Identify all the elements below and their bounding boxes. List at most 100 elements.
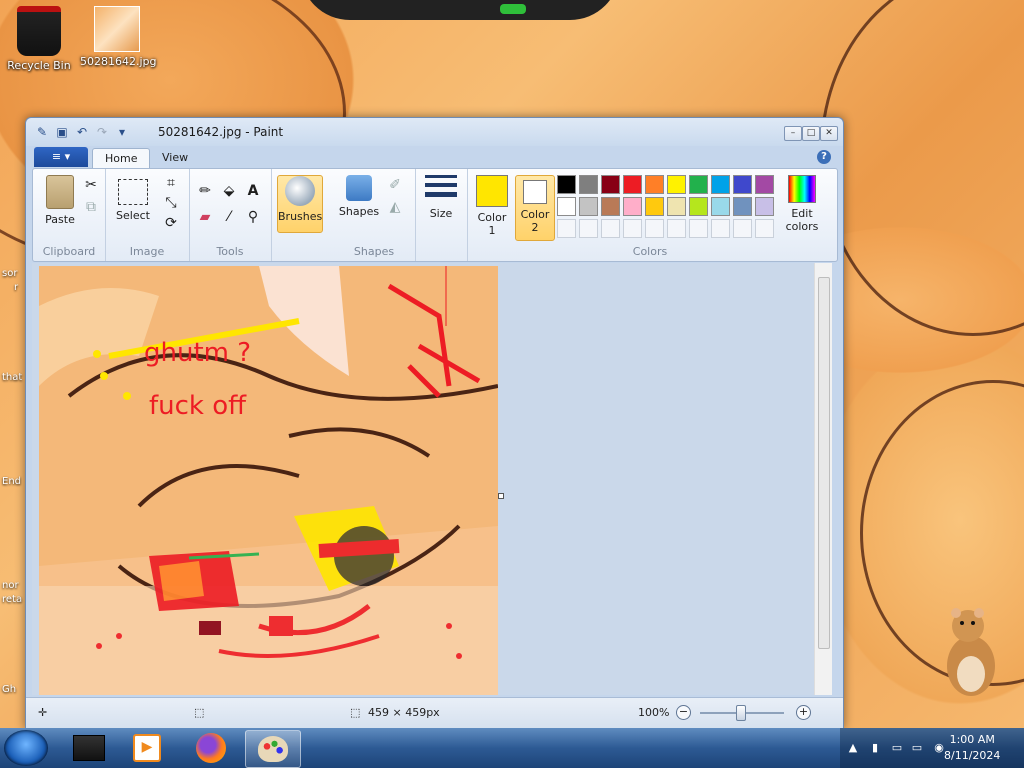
desktop-edge-label[interactable]: reta xyxy=(2,594,22,605)
vertical-scrollbar[interactable] xyxy=(814,263,832,695)
edit-colors-button[interactable]: Edit colors xyxy=(779,175,825,233)
crop-icon[interactable]: ⌗ xyxy=(161,173,181,193)
size-button[interactable]: Size xyxy=(421,175,461,220)
help-icon[interactable]: ? xyxy=(817,150,831,164)
desktop-edge-label[interactable]: Gh xyxy=(2,684,16,695)
redo-icon[interactable]: ↷ xyxy=(94,124,110,140)
desktop-edge-label[interactable]: nor xyxy=(2,580,19,591)
shapes-label: Shapes xyxy=(338,205,380,218)
status-bar: ✛ ⬚ ⬚ 459 × 459px 100% − + xyxy=(26,697,843,728)
eraser-icon[interactable]: ▰ xyxy=(195,207,215,227)
close-button[interactable]: ✕ xyxy=(820,126,838,141)
color-picker-icon[interactable]: ⁄ xyxy=(219,207,239,227)
clock[interactable]: 1:00 AM 8/11/2024 xyxy=(944,732,1000,764)
palette-swatch[interactable] xyxy=(623,175,642,194)
firefox-icon xyxy=(196,733,226,763)
cut-icon[interactable]: ✂ xyxy=(81,175,101,195)
palette-swatch[interactable] xyxy=(689,197,708,216)
group-label: Clipboard xyxy=(42,245,96,258)
palette-swatch[interactable] xyxy=(667,197,686,216)
palette-swatch[interactable] xyxy=(711,175,730,194)
desktop-edge-label[interactable]: End xyxy=(2,476,21,487)
save-icon[interactable]: ▣ xyxy=(54,124,70,140)
custom-color-slot[interactable] xyxy=(755,219,774,238)
palette-swatch[interactable] xyxy=(689,175,708,194)
drawing-canvas[interactable]: ghutm ? fuck off xyxy=(39,266,498,695)
device-icon[interactable]: ▮ xyxy=(868,741,882,755)
zoom-in-button[interactable]: + xyxy=(796,705,811,720)
canvas-resize-handle[interactable] xyxy=(498,493,504,499)
custom-color-slot[interactable] xyxy=(623,219,642,238)
palette-swatch[interactable] xyxy=(733,175,752,194)
custom-color-slot[interactable] xyxy=(711,219,730,238)
custom-color-slot[interactable] xyxy=(579,219,598,238)
pencil-icon[interactable]: ✏ xyxy=(195,181,215,201)
desktop-edge-label[interactable]: that xyxy=(2,372,22,383)
tab-view[interactable]: View xyxy=(150,148,200,168)
magnifier-icon[interactable]: ⚲ xyxy=(243,207,263,227)
palette-swatch[interactable] xyxy=(557,175,576,194)
resize-icon[interactable]: ⤡ xyxy=(161,193,181,213)
file-menu-button[interactable]: ≡ ▾ xyxy=(34,147,88,167)
custom-color-slot[interactable] xyxy=(557,219,576,238)
custom-color-slot[interactable] xyxy=(645,219,664,238)
image-dimensions: 459 × 459px xyxy=(368,706,440,719)
text-tool-icon[interactable]: A xyxy=(243,181,263,201)
brushes-button[interactable]: Brushes xyxy=(277,175,323,233)
palette-swatch[interactable] xyxy=(645,197,664,216)
copy-icon[interactable]: ⧉ xyxy=(81,197,101,217)
color1-button[interactable]: Color 1 xyxy=(473,175,511,237)
action-center-icon[interactable]: ▭ xyxy=(910,741,924,755)
palette-swatch[interactable] xyxy=(645,175,664,194)
desktop-icon-image-file[interactable]: 50281642.jpg xyxy=(80,6,157,68)
desktop-icon-recycle-bin[interactable]: Recycle Bin xyxy=(2,6,76,72)
tab-home[interactable]: Home xyxy=(92,148,151,169)
taskbar-app-media-player[interactable]: ▶ xyxy=(120,730,174,766)
palette-swatch[interactable] xyxy=(623,197,642,216)
title-bar[interactable]: ✎ ▣ ↶ ↷ ▾ 50281642.jpg - Paint – □ ✕ xyxy=(26,118,843,146)
paint-app-icon[interactable]: ✎ xyxy=(34,124,50,140)
palette-swatch[interactable] xyxy=(579,197,598,216)
desktop-edge-label[interactable]: r xyxy=(14,282,18,293)
undo-icon[interactable]: ↶ xyxy=(74,124,90,140)
palette-swatch[interactable] xyxy=(667,175,686,194)
brush-icon xyxy=(285,176,315,206)
clock-date: 8/11/2024 xyxy=(944,749,1001,762)
outline-icon[interactable]: ✐ xyxy=(385,175,405,195)
taskbar-app-paint[interactable] xyxy=(245,730,301,768)
taskbar-app-terminal[interactable] xyxy=(62,730,116,766)
desktop-edge-label[interactable]: sor xyxy=(2,268,17,279)
palette-swatch[interactable] xyxy=(601,175,620,194)
palette-swatch[interactable] xyxy=(711,197,730,216)
palette-swatch[interactable] xyxy=(755,197,774,216)
palette-swatch[interactable] xyxy=(733,197,752,216)
custom-color-slot[interactable] xyxy=(667,219,686,238)
color2-button[interactable]: Color 2 xyxy=(515,175,555,241)
taskbar-app-firefox[interactable] xyxy=(184,730,238,766)
fill-icon[interactable]: ⬙ xyxy=(219,181,239,201)
shapes-button[interactable]: Shapes xyxy=(337,175,381,218)
palette-swatch[interactable] xyxy=(557,197,576,216)
minimize-button[interactable]: – xyxy=(784,126,802,141)
customize-qat-icon[interactable]: ▾ xyxy=(114,124,130,140)
paint-window: ✎ ▣ ↶ ↷ ▾ 50281642.jpg - Paint – □ ✕ ≡ ▾… xyxy=(25,117,844,729)
paste-button[interactable]: Paste xyxy=(39,175,81,226)
select-button[interactable]: Select xyxy=(111,175,155,222)
zoom-out-button[interactable]: − xyxy=(676,705,691,720)
network-icon[interactable]: ▭ xyxy=(890,741,904,755)
zoom-slider-thumb[interactable] xyxy=(736,705,746,721)
palette-swatch[interactable] xyxy=(579,175,598,194)
palette-swatch[interactable] xyxy=(601,197,620,216)
start-button[interactable] xyxy=(4,730,48,766)
hamster-sticker-icon xyxy=(947,608,995,696)
custom-color-slot[interactable] xyxy=(689,219,708,238)
custom-color-slot[interactable] xyxy=(733,219,752,238)
fill-style-icon[interactable]: ◭ xyxy=(385,197,405,217)
scrollbar-thumb[interactable] xyxy=(818,277,830,649)
custom-color-slot[interactable] xyxy=(601,219,620,238)
rotate-icon[interactable]: ⟳ xyxy=(161,213,181,233)
maximize-button[interactable]: □ xyxy=(802,126,820,141)
select-rectangle-icon xyxy=(118,179,148,205)
show-hidden-icons-icon[interactable]: ▲ xyxy=(846,741,860,755)
palette-swatch[interactable] xyxy=(755,175,774,194)
